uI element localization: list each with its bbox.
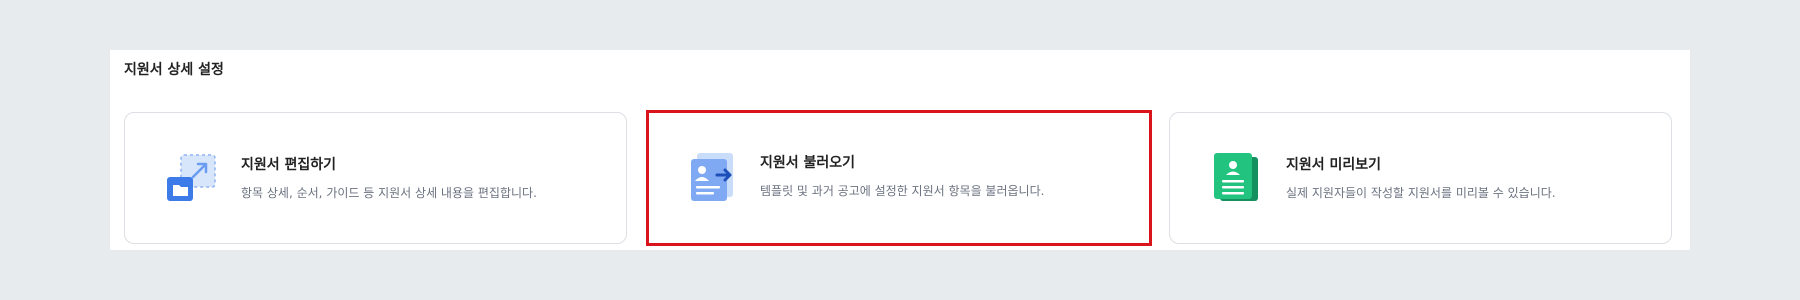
preview-document-icon <box>1210 153 1262 205</box>
edit-resize-icon <box>165 153 217 205</box>
card-title: 지원서 불러오기 <box>760 155 856 171</box>
card-description: 항목 상세, 순서, 가이드 등 지원서 상세 내용을 편집합니다. <box>241 186 537 200</box>
card-title: 지원서 미리보기 <box>1286 157 1382 173</box>
import-application-card[interactable]: 지원서 불러오기 템플릿 및 과거 공고에 설정한 지원서 항목을 불러옵니다. <box>646 110 1152 246</box>
card-description: 템플릿 및 과거 공고에 설정한 지원서 항목을 불러옵니다. <box>760 184 1045 198</box>
preview-application-card[interactable]: 지원서 미리보기 실제 지원자들이 작성할 지원서를 미리볼 수 있습니다. <box>1169 112 1672 244</box>
edit-application-card[interactable]: 지원서 편집하기 항목 상세, 순서, 가이드 등 지원서 상세 내용을 편집합… <box>124 112 627 244</box>
card-title: 지원서 편집하기 <box>241 157 337 173</box>
application-settings-panel: 지원서 상세 설정 지원서 편집하기 항목 상세, 순서, 가이드 등 지원서 … <box>110 50 1690 250</box>
card-description: 실제 지원자들이 작성할 지원서를 미리볼 수 있습니다. <box>1286 186 1556 200</box>
section-title: 지원서 상세 설정 <box>124 62 224 78</box>
import-document-icon <box>687 151 739 203</box>
